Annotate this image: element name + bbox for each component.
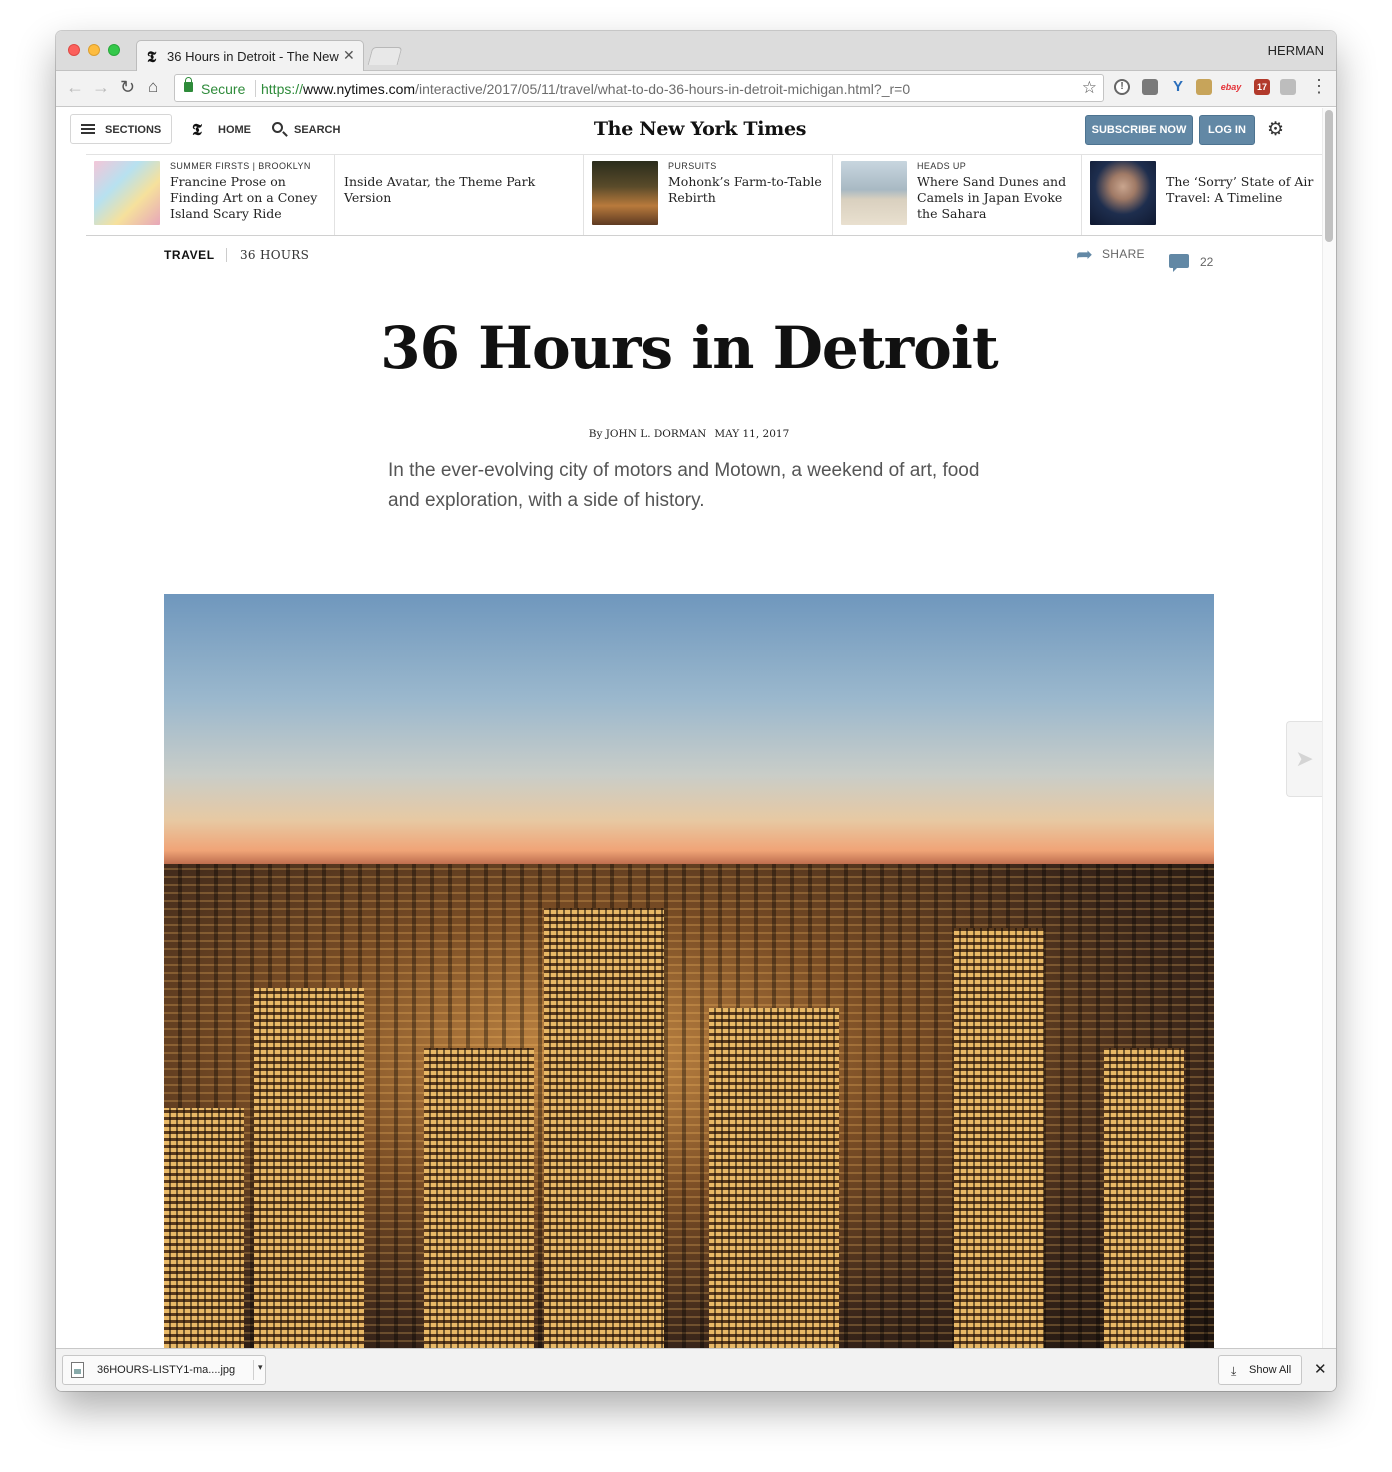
face-extension-icon[interactable] [1196,79,1212,95]
nyt-t-logo-icon[interactable]: 𝕿 [192,120,202,140]
calendar-extension-icon[interactable]: 17 [1254,79,1270,95]
byline-author[interactable]: By JOHN L. DORMAN [589,428,707,440]
ribbon-item[interactable]: HEADS UP Where Sand Dunes and Camels in … [833,155,1082,235]
url-path: /interactive/2017/05/11/travel/what-to-d… [415,81,911,97]
tab-strip: 𝕿 36 Hours in Detroit - The New ✕ HERMAN [56,31,1336,72]
password-manager-extension-icon[interactable]: ! [1114,79,1130,95]
browser-menu-icon[interactable]: ⋮ [1310,76,1328,97]
ribbon-headline[interactable]: Mohonk’s Farm-to-Table Rebirth [668,174,826,206]
show-all-label: Show All [1249,1364,1292,1376]
city-lights [164,864,1214,1348]
page-content: SECTIONS 𝕿 HOME SEARCH The New York Time… [56,108,1336,1348]
ribbon-headline[interactable]: Where Sand Dunes and Camels in Japan Evo… [917,174,1077,222]
kicker-divider [226,248,227,262]
scrollbar-thumb[interactable] [1325,110,1333,242]
series-kicker[interactable]: 36 HOURS [240,248,309,262]
ribbon-item[interactable]: PURSUITS Mohonk’s Farm-to-Table Rebirth [584,155,833,235]
ribbon-thumbnail [592,161,658,225]
nyt-header: SECTIONS 𝕿 HOME SEARCH The New York Time… [70,108,1322,154]
byline-date: MAY 11, 2017 [714,428,790,440]
reload-icon[interactable]: ↻ [120,77,135,98]
subscribe-button[interactable]: SUBSCRIBE NOW [1085,115,1193,145]
ribbon-thumbnail [841,161,907,225]
url-host: www.nytimes.com [303,81,416,97]
building [1104,1048,1184,1348]
building [709,1008,839,1348]
building [424,1048,534,1348]
close-icon[interactable]: ✕ [1314,1360,1327,1378]
ribbon-item[interactable]: The ‘Sorry’ State of Air Travel: A Timel… [1082,155,1322,235]
ribbon-headline[interactable]: Inside Avatar, the Theme Park Version [344,174,576,206]
home-icon[interactable]: ⌂ [148,77,158,97]
bookmark-star-icon[interactable]: ☆ [1082,78,1097,98]
comment-count[interactable]: 22 [1200,255,1213,269]
minimize-window-button[interactable] [88,44,100,56]
download-file-name: 36HOURS-LISTY1-ma....jpg [97,1364,236,1376]
ebay-extension-icon[interactable]: ebay [1220,79,1242,95]
hero-photo-detroit-skyline[interactable] [164,594,1214,1348]
download-shelf: 36HOURS-LISTY1-ma....jpg ▾ ⤓ Show All ✕ [56,1348,1336,1391]
section-kicker[interactable]: TRAVEL [164,248,215,262]
browser-window: 𝕿 36 Hours in Detroit - The New ✕ HERMAN… [56,31,1336,1391]
next-article-arrow-icon[interactable]: ➤ [1286,721,1322,797]
home-link[interactable]: HOME [218,124,251,136]
zoom-window-button[interactable] [108,44,120,56]
ribbon-thumbnail [1090,161,1156,225]
ribbon-item[interactable]: SUMMER FIRSTS | BROOKLYN Francine Prose … [86,155,335,235]
image-file-icon [71,1362,84,1378]
url-text[interactable]: https://www.nytimes.com/interactive/2017… [261,81,910,97]
hamburger-icon [81,124,95,134]
building [954,928,1044,1348]
secure-label: Secure [201,81,246,97]
yoast-extension-icon[interactable]: Y [1170,79,1186,95]
back-arrow-icon[interactable]: ← [66,77,84,98]
search-icon[interactable] [272,122,283,133]
search-link[interactable]: SEARCH [294,124,340,136]
article: TRAVEL 36 HOURS ➦ SHARE 22 36 Hours in D… [56,236,1322,1348]
download-icon: ⤓ [1231,1364,1237,1378]
address-bar[interactable]: Secure https://www.nytimes.com/interacti… [174,74,1104,102]
story-ribbon: SUMMER FIRSTS | BROOKLYN Francine Prose … [86,154,1322,236]
url-scheme: https:// [261,81,304,97]
ribbon-kicker: HEADS UP [917,161,967,171]
download-item[interactable]: 36HOURS-LISTY1-ma....jpg ▾ [62,1355,266,1385]
login-button[interactable]: LOG IN [1199,115,1255,145]
share-button[interactable]: SHARE [1102,247,1145,261]
sections-label: SECTIONS [105,124,162,136]
browser-tab-active[interactable]: 𝕿 36 Hours in Detroit - The New ✕ [136,40,364,72]
ribbon-kicker: SUMMER FIRSTS | BROOKLYN [170,161,311,171]
nyt-masthead-logo[interactable]: The New York Times [570,118,830,140]
chevron-down-icon[interactable]: ▾ [253,1360,263,1380]
close-window-button[interactable] [68,44,80,56]
tab-close-icon[interactable]: ✕ [343,47,355,64]
building [254,988,364,1348]
show-all-downloads-button[interactable]: ⤓ Show All [1218,1355,1302,1385]
byline: By JOHN L. DORMAN MAY 11, 2017 [56,428,1322,440]
forward-arrow-icon[interactable]: → [92,77,110,98]
lock-icon [184,77,193,92]
ribbon-kicker: PURSUITS [668,161,717,171]
ribbon-item[interactable]: Inside Avatar, the Theme Park Version [335,155,584,235]
ribbon-thumbnail [94,161,160,225]
address-divider [255,80,256,97]
copy-extension-icon[interactable] [1142,79,1158,95]
building [544,908,664,1348]
comment-icon[interactable] [1169,254,1189,272]
tab-title: 36 Hours in Detroit - The New [167,49,339,64]
chart-extension-icon[interactable] [1280,79,1296,95]
gear-icon[interactable]: ⚙ [1267,118,1284,141]
nyt-favicon-icon: 𝕿 [147,48,157,66]
browser-toolbar: ← → ↻ ⌂ Secure https://www.nytimes.com/i… [56,71,1336,107]
share-arrow-icon[interactable]: ➦ [1076,242,1093,267]
article-summary: In the ever-evolving city of motors and … [388,460,980,511]
ribbon-headline[interactable]: Francine Prose on Finding Art on a Coney… [170,174,328,222]
ribbon-headline[interactable]: The ‘Sorry’ State of Air Travel: A Timel… [1166,174,1316,206]
profile-name[interactable]: HERMAN [1268,43,1324,58]
sections-button[interactable]: SECTIONS [70,114,172,144]
new-tab-button[interactable] [367,47,403,65]
scrollbar[interactable] [1322,108,1336,1348]
article-headline: 36 Hours in Detroit [380,314,998,382]
building [164,1108,244,1348]
